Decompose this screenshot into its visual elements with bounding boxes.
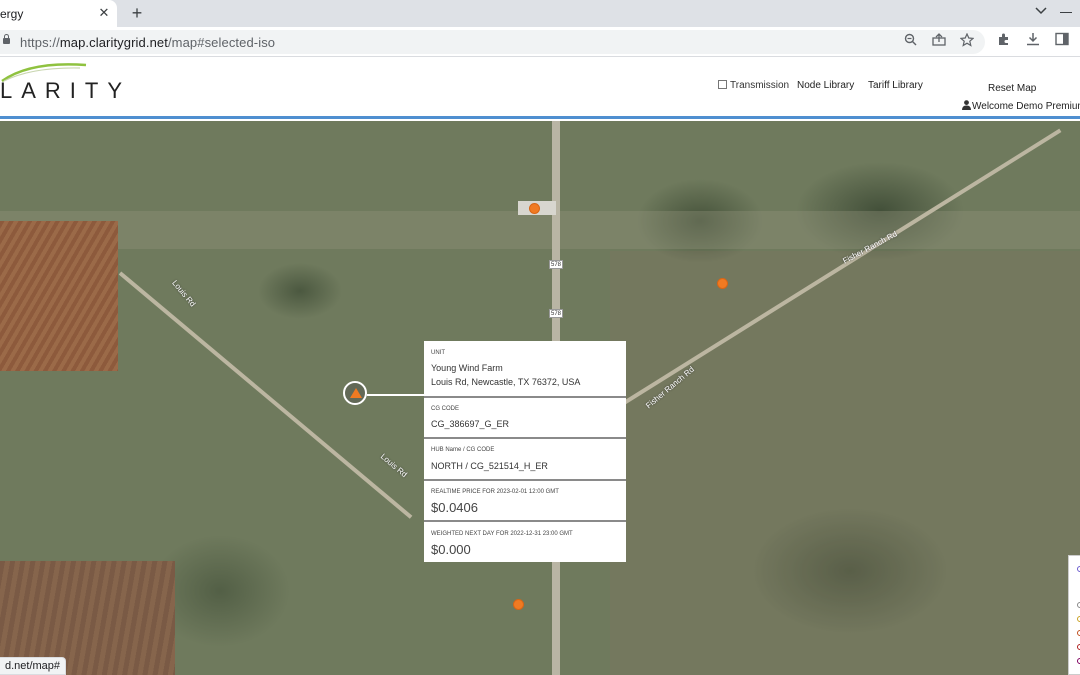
realtime-price-value: $0.0406 <box>431 500 478 515</box>
popup-unit-section: UNIT Young Wind Farm Louis Rd, Newcastle… <box>424 341 626 398</box>
link-status-bubble: d.net/map# <box>0 657 67 675</box>
unit-address: Louis Rd, Newcastle, TX 76372, USA <box>431 377 581 387</box>
popup-hub-section: HUB Name / CG CODE NORTH / CG_521514_H_E… <box>424 439 626 481</box>
share-icon[interactable] <box>930 33 948 49</box>
weighted-price-label: WEIGHTED NEXT DAY FOR 2022-12-31 23:00 G… <box>431 531 573 537</box>
download-icon[interactable] <box>1024 32 1042 49</box>
map-farm-field <box>0 221 118 371</box>
tab-title: ergy <box>0 7 24 21</box>
route-shield: 578 <box>549 309 563 318</box>
nav-tariff-library[interactable]: Tariff Library <box>868 80 923 91</box>
logo-text: LARITY <box>0 78 132 103</box>
route-shield: 578 <box>549 260 563 269</box>
hub-value[interactable]: NORTH / CG_521514_H_ER <box>431 461 548 471</box>
transmission-checkbox[interactable] <box>718 80 727 89</box>
popup-realtime-section: REALTIME PRICE FOR 2023-02-01 12:00 GMT … <box>424 481 626 522</box>
map-terrain-field <box>610 251 1080 675</box>
weighted-price-value: $0.000 <box>431 542 471 557</box>
new-tab-icon[interactable]: + <box>128 3 146 24</box>
unit-info-popup: UNIT Young Wind Farm Louis Rd, Newcastle… <box>424 341 626 562</box>
zoom-icon[interactable] <box>901 33 919 49</box>
unit-name: Young Wind Farm <box>431 363 503 373</box>
road-label: Louis Rd <box>378 451 409 480</box>
popup-cg-section: CG CODE CG_386697_G_ER <box>424 398 626 439</box>
satellite-map[interactable]: 578 578 Louis Rd Louis Rd Fisher Ranch R… <box>0 121 1080 675</box>
legend-panel[interactable] <box>1068 555 1080 675</box>
clarity-logo[interactable]: LARITY <box>0 59 170 113</box>
popup-connector <box>367 394 425 396</box>
user-icon <box>962 100 971 110</box>
extensions-icon[interactable] <box>995 32 1013 49</box>
realtime-price-label: REALTIME PRICE FOR 2023-02-01 12:00 GMT <box>431 489 559 495</box>
bookmark-star-icon[interactable] <box>958 32 976 50</box>
url-text: https://map.claritygrid.net/map#selected… <box>20 35 276 50</box>
lock-icon <box>3 34 10 44</box>
chevron-down-icon[interactable] <box>1035 4 1047 18</box>
cg-code-label: CG CODE <box>431 406 460 412</box>
transmission-label: Transmission <box>730 80 790 91</box>
selected-unit-marker[interactable] <box>343 381 367 405</box>
hub-label: HUB Name / CG CODE <box>431 447 495 453</box>
close-tab-icon[interactable]: ✕ <box>96 5 112 21</box>
minimize-icon[interactable] <box>1060 12 1072 13</box>
browser-tab[interactable]: ergy ✕ <box>0 0 117 27</box>
side-panel-icon[interactable] <box>1053 32 1071 49</box>
browser-tab-strip: ergy ✕ + <box>0 0 1080 27</box>
popup-weighted-section: WEIGHTED NEXT DAY FOR 2022-12-31 23:00 G… <box>424 522 626 562</box>
welcome-user[interactable]: Welcome Demo Premium <box>972 101 1080 112</box>
node-marker[interactable] <box>717 278 728 289</box>
address-bar[interactable]: https://map.claritygrid.net/map#selected… <box>0 30 985 54</box>
browser-toolbar: https://map.claritygrid.net/map#selected… <box>0 27 1080 57</box>
node-marker[interactable] <box>529 203 540 214</box>
triangle-icon <box>350 388 362 398</box>
unit-label: UNIT <box>431 350 445 356</box>
cg-code-value[interactable]: CG_386697_G_ER <box>431 419 509 429</box>
nav-node-library[interactable]: Node Library <box>797 80 854 91</box>
reset-map-button[interactable]: Reset Map <box>988 83 1036 94</box>
node-marker[interactable] <box>513 599 524 610</box>
road-label: Louis Rd <box>170 278 198 309</box>
